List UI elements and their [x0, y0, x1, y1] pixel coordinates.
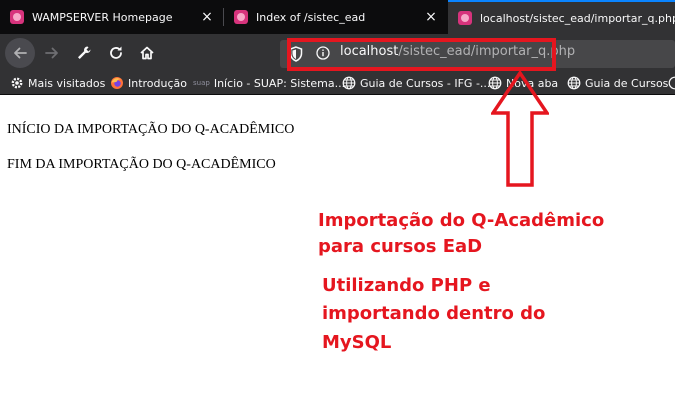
- tab-strip: WAMPSERVER Homepage × Index of /sistec_e…: [0, 0, 675, 34]
- globe-icon: [567, 76, 581, 90]
- caption-body-line1: Utilizando PHP e: [322, 275, 491, 296]
- bookmark-label: Início - SUAP: Sistema...: [213, 76, 346, 90]
- bookmark-label: Guia de Cursos: [585, 76, 669, 90]
- caption-body-line2: importando dentro do: [322, 303, 546, 324]
- firefox-icon: [111, 77, 123, 89]
- wrench-icon: [78, 46, 91, 59]
- tab-importar-q[interactable]: localhost/sistec_ead/importar_q.php: [448, 0, 675, 34]
- customize-toolbar-button[interactable]: [70, 39, 98, 67]
- bookmarks-toolbar: Mais visitados Introdução suap Início - …: [0, 71, 675, 95]
- gear-icon: [11, 77, 23, 89]
- tab-index-sistec-ead[interactable]: Index of /sistec_ead ×: [224, 0, 446, 34]
- tab-title: localhost/sistec_ead/importar_q.php: [480, 11, 675, 25]
- close-tab-icon[interactable]: ×: [422, 8, 440, 26]
- forward-button[interactable]: [38, 39, 66, 67]
- bookmark-inicio-suap[interactable]: suap Início - SUAP: Sistema...: [193, 75, 345, 91]
- caption-body-line3: MySQL: [322, 332, 392, 353]
- caption-title-line2: para cursos EaD: [318, 236, 483, 257]
- up-arrow-icon: [491, 71, 549, 187]
- forward-arrow-icon: [45, 47, 58, 59]
- import-end-message: FIM DA IMPORTAÇÃO DO Q-ACADÊMICO: [7, 157, 276, 172]
- bookmark-label: Guia de Cursos - IFG -...: [360, 76, 491, 90]
- back-arrow-icon: [14, 47, 27, 59]
- reload-button[interactable]: [102, 39, 130, 67]
- globe-icon: [342, 76, 356, 90]
- import-start-message: INÍCIO DA IMPORTAÇÃO DO Q-ACADÊMICO: [7, 122, 295, 137]
- bookmark-guia-cursos[interactable]: Guia de Cursos: [567, 75, 668, 91]
- suap-logo-icon: suap: [193, 79, 210, 87]
- tab-title: WAMPSERVER Homepage: [32, 10, 173, 24]
- wampserver-favicon-icon: [234, 10, 248, 24]
- reload-icon: [110, 46, 122, 59]
- wampserver-favicon-icon: [10, 10, 24, 24]
- close-tab-icon[interactable]: ×: [198, 8, 216, 26]
- bookmark-label: Introdução: [128, 76, 188, 90]
- home-icon: [140, 46, 154, 60]
- globe-icon[interactable]: [668, 76, 675, 90]
- back-button[interactable]: [6, 39, 34, 67]
- wampserver-favicon-icon: [458, 11, 472, 25]
- tab-title: Index of /sistec_ead: [256, 10, 366, 24]
- bookmark-label: Mais visitados: [28, 76, 106, 90]
- bookmark-guia-cursos-ifg[interactable]: Guia de Cursos - IFG -...: [342, 75, 490, 91]
- tab-wampserver-homepage[interactable]: WAMPSERVER Homepage ×: [0, 0, 222, 34]
- bookmark-mais-visitados[interactable]: Mais visitados: [10, 75, 105, 91]
- url-highlight-box: [287, 38, 556, 71]
- caption-title-line1: Importação do Q-Acadêmico: [318, 210, 605, 231]
- bookmark-introducao[interactable]: Introdução: [110, 75, 187, 91]
- home-button[interactable]: [133, 39, 161, 67]
